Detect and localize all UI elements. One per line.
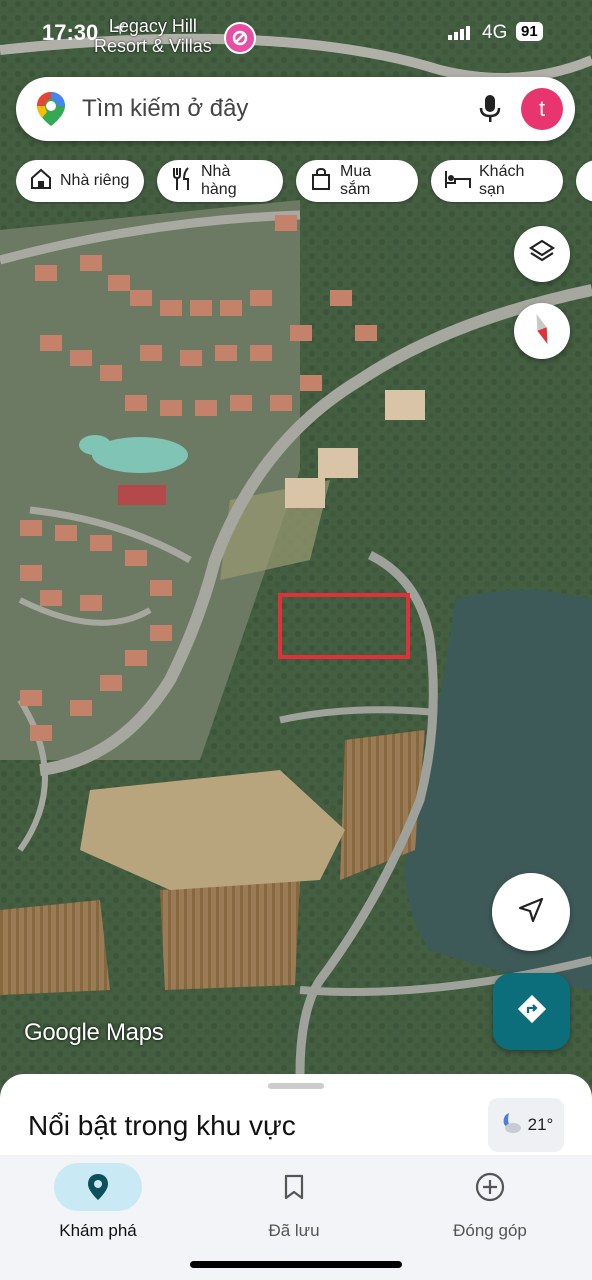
chip-restaurants-label: Nhà hàng xyxy=(201,163,237,198)
nav-contribute[interactable]: Đóng góp xyxy=(420,1163,560,1241)
nav-saved-label: Đã lưu xyxy=(268,1221,320,1240)
compass-button[interactable] xyxy=(514,303,570,359)
temperature: 21° xyxy=(527,1115,554,1134)
restaurant-icon xyxy=(171,166,193,196)
place-label-line2: Resort & Villas xyxy=(94,36,212,56)
shopping-bag-icon xyxy=(310,167,332,195)
battery-level: 91 xyxy=(516,22,543,41)
map-place-label[interactable]: Legacy Hill Resort & Villas xyxy=(94,16,212,56)
chip-shopping[interactable]: Mua sắm xyxy=(296,160,418,202)
chip-more[interactable] xyxy=(576,160,592,202)
place-label-line1: Legacy Hill xyxy=(108,16,197,36)
resort-place-pin-icon[interactable] xyxy=(224,22,256,54)
nav-contribute-label: Đóng góp xyxy=(453,1221,527,1240)
add-circle-icon xyxy=(420,1163,560,1211)
nav-explore-label: Khám phá xyxy=(59,1221,137,1240)
chip-shopping-label: Mua sắm xyxy=(340,163,372,198)
google-maps-pin-icon xyxy=(36,91,66,132)
chip-hotels[interactable]: Khách sạn xyxy=(431,160,563,202)
layers-icon xyxy=(528,238,556,271)
navigation-arrow-icon xyxy=(518,897,544,928)
google-maps-watermark: Google Maps xyxy=(24,1019,164,1046)
status-time: 17:30 xyxy=(42,20,99,45)
chip-hotels-label: Khách sạn xyxy=(479,163,525,198)
map-layers-button[interactable] xyxy=(514,226,570,282)
home-icon xyxy=(30,168,52,195)
microphone-icon[interactable] xyxy=(478,94,502,129)
nav-explore[interactable]: Khám phá xyxy=(28,1163,168,1241)
weather-badge[interactable]: 21° xyxy=(488,1098,564,1152)
directions-icon xyxy=(515,992,549,1031)
search-bar[interactable]: Tìm kiếm ở đây t xyxy=(16,77,575,141)
nav-saved[interactable]: Đã lưu xyxy=(224,1163,364,1241)
search-input[interactable]: Tìm kiếm ở đây xyxy=(82,95,248,123)
account-avatar[interactable]: t xyxy=(521,88,563,130)
directions-button[interactable] xyxy=(493,973,570,1050)
weather-moon-cloud-icon xyxy=(499,1111,523,1140)
hotel-icon xyxy=(445,169,471,194)
bookmark-icon xyxy=(224,1163,364,1211)
chip-home-label: Nhà riêng xyxy=(60,172,130,189)
compass-icon xyxy=(532,312,552,351)
explore-pin-icon xyxy=(54,1163,142,1211)
chip-home[interactable]: Nhà riêng xyxy=(16,160,144,202)
sheet-drag-handle[interactable] xyxy=(268,1083,324,1089)
my-location-button[interactable] xyxy=(492,873,570,951)
network-type: 4G xyxy=(482,22,508,43)
status-bar: 17:30 Legacy Hill Resort & Villas 4G 91 xyxy=(0,0,592,66)
home-indicator[interactable] xyxy=(190,1261,402,1268)
cellular-signal-icon xyxy=(448,26,472,45)
sheet-title: Nổi bật trong khu vực xyxy=(28,1110,296,1141)
category-chips: Nhà riêng Nhà hàng Mua sắm Khách sạn xyxy=(16,160,592,204)
chip-restaurants[interactable]: Nhà hàng xyxy=(157,160,283,202)
